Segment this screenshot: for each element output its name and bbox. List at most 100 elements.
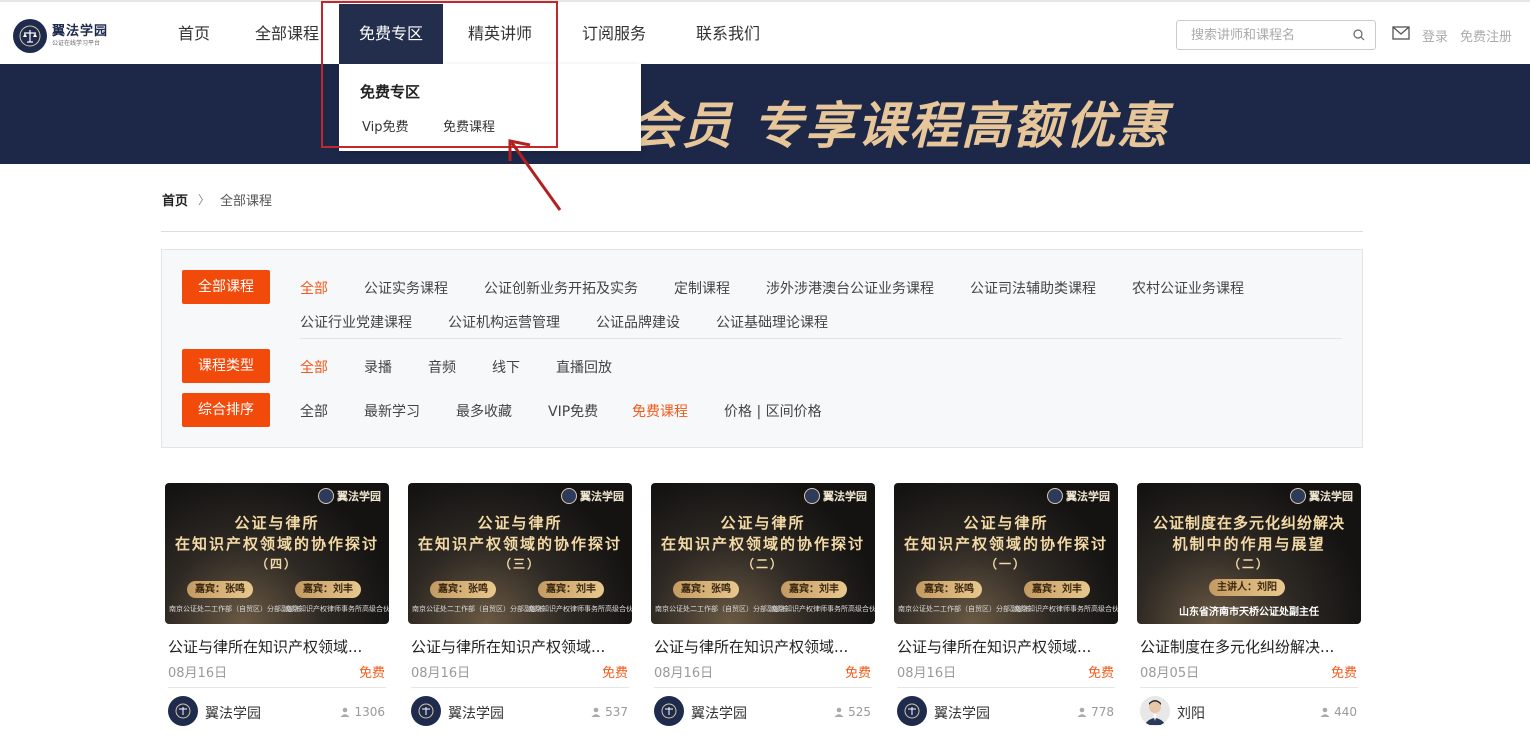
user-icon xyxy=(1320,707,1330,717)
type-option[interactable]: 音频 xyxy=(428,357,456,377)
sort-option[interactable]: 最多收藏 xyxy=(456,401,512,421)
dropdown-title: 免费专区 xyxy=(360,83,421,101)
filter-category-label[interactable]: 全部课程 xyxy=(182,270,270,304)
thumb-logo: 翼法学园 xyxy=(318,488,381,504)
course-thumbnail[interactable]: 翼法学园 公证与律所 在知识产权领域的协作探讨 （一） 嘉宾：张鸣 嘉宾：刘丰 … xyxy=(894,483,1118,624)
promo-banner[interactable]: P会员 专享课程高额优惠 xyxy=(0,64,1530,164)
logo-subtitle: 公证在线学习平台 xyxy=(52,40,101,47)
page: 翼法学园 公证在线学习平台 首页 全部课程 免费专区 精英讲师 订阅服务 联系我… xyxy=(0,0,1530,742)
thumb-title-line: （一） xyxy=(984,557,1027,571)
sort-option[interactable]: 最新学习 xyxy=(364,401,420,421)
category-option[interactable]: 公证基础理论课程 xyxy=(716,312,828,332)
course-title[interactable]: 公证与律所在知识产权领域... xyxy=(411,636,631,657)
type-option[interactable]: 线下 xyxy=(492,357,520,377)
search-icon[interactable] xyxy=(1353,29,1365,41)
nav-free-zone[interactable]: 免费专区 xyxy=(339,4,443,64)
dropdown-link-free-courses[interactable]: 免费课程 xyxy=(443,116,495,135)
guest-org: 南京公证处二工作部（自贸区）分部副部长 xyxy=(169,605,302,613)
sort-option-price[interactable]: 价格 | 区间价格 xyxy=(724,401,822,421)
breadcrumb-home[interactable]: 首页 xyxy=(162,190,188,209)
thumb-logo-text: 翼法学园 xyxy=(337,490,381,503)
guest-badge: 嘉宾：刘丰 xyxy=(538,581,604,598)
register-link[interactable]: 免费注册 xyxy=(1460,26,1512,45)
site-logo[interactable]: 翼法学园 公证在线学习平台 xyxy=(13,18,113,54)
course-author[interactable]: 翼法学园 xyxy=(448,703,504,723)
course-title[interactable]: 公证与律所在知识产权领域... xyxy=(168,636,388,657)
nav-home[interactable]: 首页 xyxy=(178,4,210,64)
type-option-all[interactable]: 全部 xyxy=(300,357,328,377)
scales-of-justice-icon xyxy=(318,488,334,504)
card-divider xyxy=(411,687,629,688)
thumb-logo-text: 翼法学园 xyxy=(823,490,867,503)
category-option[interactable]: 公证品牌建设 xyxy=(596,312,680,332)
course-card[interactable]: 翼法学园 公证制度在多元化纠纷解决 机制中的作用与展望 （二） 主讲人：刘阳 山… xyxy=(1137,483,1361,738)
course-thumbnail[interactable]: 翼法学园 公证制度在多元化纠纷解决 机制中的作用与展望 （二） 主讲人：刘阳 山… xyxy=(1137,483,1361,624)
thumb-logo: 翼法学园 xyxy=(1290,488,1353,504)
category-option[interactable]: 公证机构运营管理 xyxy=(448,312,560,332)
thumb-logo-text: 翼法学园 xyxy=(580,490,624,503)
breadcrumb: 首页 〉 全部课程 xyxy=(162,190,272,209)
chevron-right-icon: 〉 xyxy=(198,193,211,207)
nav-elite-lecturers[interactable]: 精英讲师 xyxy=(468,4,532,64)
course-thumbnail[interactable]: 翼法学园 公证与律所 在知识产权领域的协作探讨 （三） 嘉宾：张鸣 嘉宾：刘丰 … xyxy=(408,483,632,624)
dropdown-link-vip-free[interactable]: Vip免费 xyxy=(362,116,408,135)
search-input[interactable] xyxy=(1177,21,1347,49)
guest-badge: 嘉宾：张鸣 xyxy=(187,581,253,598)
view-count: 1306 xyxy=(340,705,385,719)
guest-org: 南京知识产权律师事务所高级合伙人副主任 xyxy=(285,605,389,613)
banner-text: P会员 专享课程高额优惠 xyxy=(590,96,1170,155)
card-divider xyxy=(897,687,1115,688)
course-card[interactable]: 翼法学园 公证与律所 在知识产权领域的协作探讨 （四） 嘉宾：张鸣 嘉宾：刘丰 … xyxy=(165,483,389,738)
nav-all-courses[interactable]: 全部课程 xyxy=(255,4,319,64)
type-option[interactable]: 录播 xyxy=(364,357,392,377)
filter-type-label[interactable]: 课程类型 xyxy=(182,349,270,383)
course-card[interactable]: 翼法学园 公证与律所 在知识产权领域的协作探讨 （一） 嘉宾：张鸣 嘉宾：刘丰 … xyxy=(894,483,1118,738)
divider xyxy=(161,231,1363,232)
nav-subscription[interactable]: 订阅服务 xyxy=(582,4,646,64)
thumb-logo: 翼法学园 xyxy=(1047,488,1110,504)
view-count-value: 778 xyxy=(1091,705,1114,719)
course-author[interactable]: 翼法学园 xyxy=(934,703,990,723)
category-option[interactable]: 公证创新业务开拓及实务 xyxy=(484,278,638,298)
course-title[interactable]: 公证与律所在知识产权领域... xyxy=(897,636,1117,657)
category-option[interactable]: 公证实务课程 xyxy=(364,278,448,298)
course-card[interactable]: 翼法学园 公证与律所 在知识产权领域的协作探讨 （三） 嘉宾：张鸣 嘉宾：刘丰 … xyxy=(408,483,632,738)
avatar xyxy=(654,696,684,726)
category-option[interactable]: 公证司法辅助类课程 xyxy=(970,278,1096,298)
course-thumbnail[interactable]: 翼法学园 公证与律所 在知识产权领域的协作探讨 （四） 嘉宾：张鸣 嘉宾：刘丰 … xyxy=(165,483,389,624)
sort-option[interactable]: VIP免费 xyxy=(548,401,598,421)
mail-icon[interactable] xyxy=(1392,26,1410,40)
course-thumbnail[interactable]: 翼法学园 公证与律所 在知识产权领域的协作探讨 （二） 嘉宾：张鸣 嘉宾：刘丰 … xyxy=(651,483,875,624)
guest-org: 山东省济南市天桥公证处副主任 xyxy=(1179,607,1319,618)
category-option-all[interactable]: 全部 xyxy=(300,278,328,298)
nav-contact[interactable]: 联系我们 xyxy=(696,4,760,64)
course-author[interactable]: 刘阳 xyxy=(1177,703,1205,723)
avatar xyxy=(411,696,441,726)
category-option[interactable]: 定制课程 xyxy=(674,278,730,298)
view-count: 778 xyxy=(1077,705,1114,719)
category-option[interactable]: 公证行业党建课程 xyxy=(300,312,412,332)
course-price: 免费 xyxy=(358,666,385,681)
view-count-value: 1306 xyxy=(354,705,385,719)
view-count-value: 440 xyxy=(1334,705,1357,719)
course-title[interactable]: 公证与律所在知识产权领域... xyxy=(654,636,874,657)
thumb-title-line: 在知识产权领域的协作探讨 xyxy=(660,535,865,553)
sort-option[interactable]: 全部 xyxy=(300,401,328,421)
user-icon xyxy=(591,707,601,717)
course-card[interactable]: 翼法学园 公证与律所 在知识产权领域的协作探讨 （二） 嘉宾：张鸣 嘉宾：刘丰 … xyxy=(651,483,875,738)
filter-sort-label[interactable]: 综合排序 xyxy=(182,393,270,427)
sort-option-free-courses[interactable]: 免费课程 xyxy=(632,401,688,421)
category-option[interactable]: 涉外涉港澳台公证业务课程 xyxy=(766,278,934,298)
view-count: 537 xyxy=(591,705,628,719)
course-author[interactable]: 翼法学园 xyxy=(691,703,747,723)
course-author[interactable]: 翼法学园 xyxy=(205,703,261,723)
login-link[interactable]: 登录 xyxy=(1422,26,1448,45)
guest-badge: 嘉宾：张鸣 xyxy=(916,581,982,598)
course-title[interactable]: 公证制度在多元化纠纷解决... xyxy=(1140,636,1360,657)
guest-org: 南京知识产权律师事务所高级合伙人副主任 xyxy=(528,605,632,613)
category-option[interactable]: 农村公证业务课程 xyxy=(1132,278,1244,298)
course-date: 08月16日 xyxy=(897,666,957,681)
thumb-title-line: （四） xyxy=(255,557,298,571)
type-option[interactable]: 直播回放 xyxy=(556,357,612,377)
thumb-title-line: 公证与律所 xyxy=(720,514,806,532)
